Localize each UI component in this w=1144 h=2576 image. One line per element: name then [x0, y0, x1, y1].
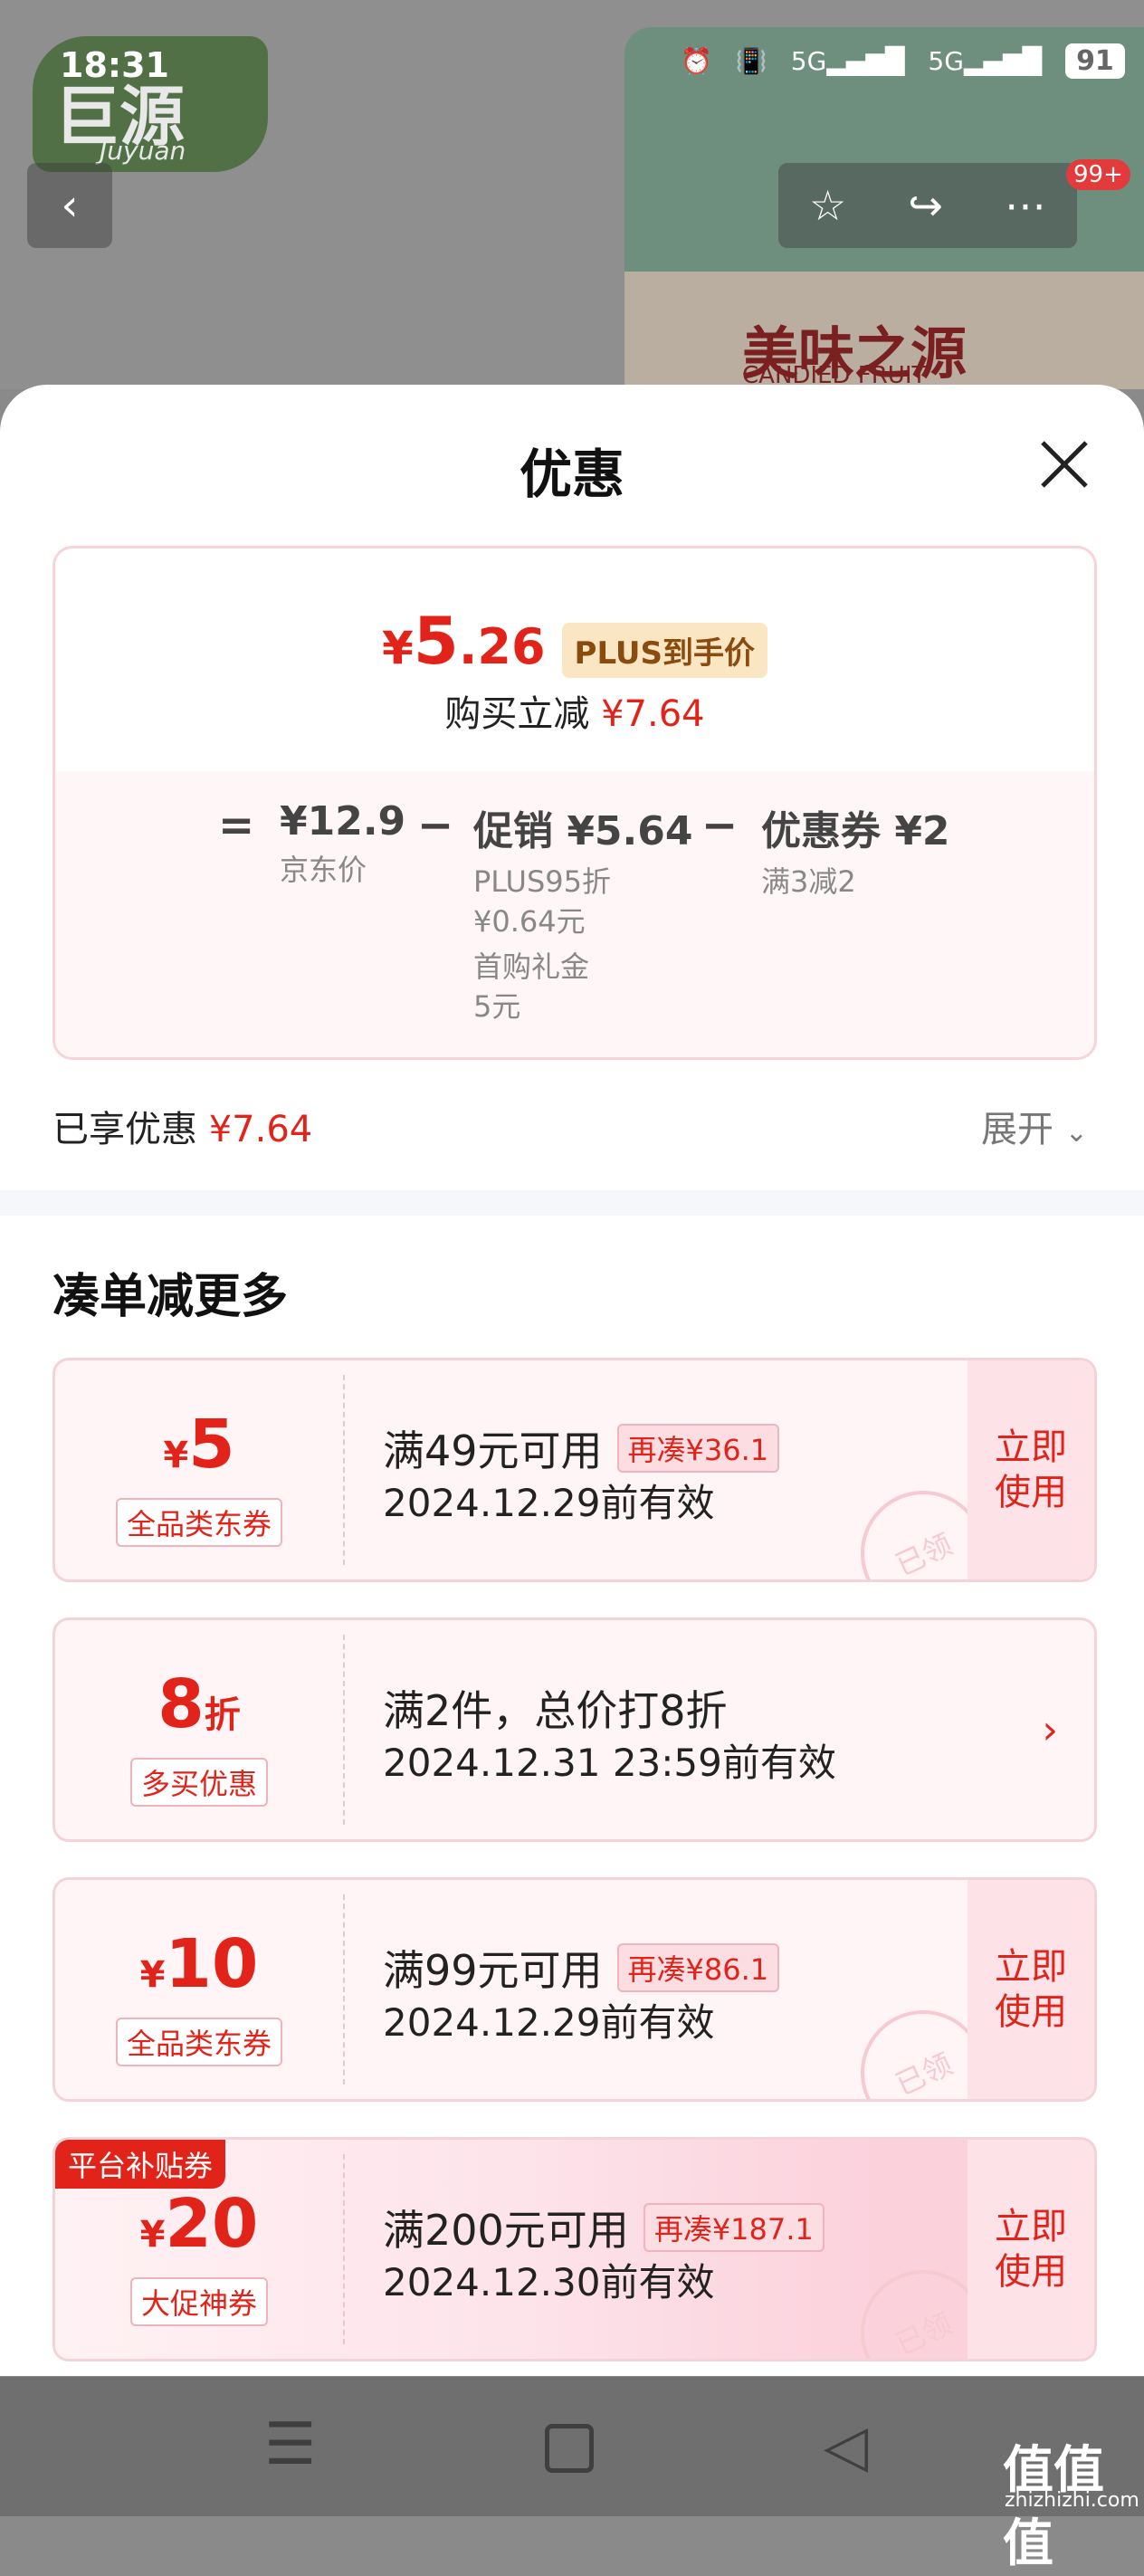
chevron-right-icon[interactable]: ›: [1042, 1707, 1058, 1753]
coupon-divider: [343, 1635, 345, 1825]
price-summary-top: ¥5.26 PLUS到手价 购买立减 ¥7.64: [55, 549, 1094, 771]
coupon-divider: [343, 1894, 345, 2085]
signal-icon-1: 5G▂▄▆█: [790, 46, 905, 76]
status-time: 18:31: [60, 45, 169, 85]
coupon-left: ¥5 全品类东券: [55, 1360, 343, 1579]
coupon-condition: 满99元可用 再凑¥86.1: [383, 1938, 780, 1998]
coupon-type-tag: 全品类东券: [115, 2018, 283, 2066]
share-icon[interactable]: ↪: [908, 181, 943, 230]
coupon-value: ¥5: [163, 1406, 235, 1484]
menu-icon[interactable]: ☰: [264, 2411, 316, 2478]
promo-line2: ¥0.64元: [473, 904, 586, 939]
price-breakdown: = ¥12.9 京东价 − 促销 ¥5.64 PLUS95折 ¥0.64元 首购…: [55, 771, 1094, 1057]
coupon-value: ¥20: [139, 2185, 259, 2263]
coupon-value: 8折: [157, 1665, 241, 1743]
coupon-amount: 优惠券 ¥2: [761, 808, 950, 854]
coupon-detail: 满3减2: [761, 864, 856, 899]
jd-price: ¥12.9: [280, 798, 406, 844]
coupon-condition: 满2件，总价打8折: [383, 1686, 728, 1735]
equals-sign: =: [218, 800, 255, 851]
coupon-card[interactable]: 8折 多买优惠 满2件，总价打8折 2024.12.31 23:59前有效 ›: [52, 1617, 1097, 1842]
coupon-expiry: 2024.12.30前有效: [383, 2260, 715, 2304]
coupon-expiry: 2024.12.31 23:59前有效: [383, 1741, 836, 1785]
brand-logo-sub: Juyuan: [100, 136, 186, 166]
coupon-card[interactable]: ¥5 全品类东券 满49元可用 再凑¥36.1 2024.12.29前有效 已领 …: [52, 1358, 1097, 1582]
top-action-bar: ☆ ↪ ⋯: [778, 163, 1077, 248]
coupon-card[interactable]: ¥10 全品类东券 满99元可用 再凑¥86.1 2024.12.29前有效 已领…: [52, 1877, 1097, 2102]
final-price-line: ¥5.26 PLUS到手价: [55, 603, 1094, 679]
battery-icon: 91: [1065, 43, 1125, 79]
reduce-line: 购买立减 ¥7.64: [444, 693, 705, 735]
alarm-icon: ⏰: [681, 46, 712, 76]
coupon-expiry: 2024.12.29前有效: [383, 2000, 715, 2045]
coupon-type-tag: 多买优惠: [129, 1758, 269, 1807]
home-icon[interactable]: [545, 2424, 594, 2473]
back-triangle-icon[interactable]: ◁: [824, 2413, 868, 2480]
promo-block: 促销 ¥5.64 PLUS95折 ¥0.64元 首购礼金 5元: [473, 798, 693, 1026]
coupon-condition: 满49元可用 再凑¥36.1: [383, 1418, 780, 1478]
coupon-left: 8折 多买优惠: [55, 1620, 343, 1839]
promo-line3: 首购礼金: [473, 949, 590, 984]
close-icon[interactable]: [1037, 437, 1092, 491]
system-nav-bar: ☰ ◁: [0, 2377, 1144, 2516]
watermark-url: zhizhizhi.com: [1005, 2489, 1139, 2512]
expand-button[interactable]: 展开 ⌄: [981, 1100, 1088, 1152]
signal-icon-2: 5G▂▄▆█: [928, 46, 1043, 76]
coupon-expiry: 2024.12.29前有效: [383, 1481, 715, 1525]
cart-badge: 99+: [1066, 159, 1130, 190]
enjoyed-discount: 已享优惠 ¥7.64: [52, 1109, 313, 1150]
price-summary-card: ¥5.26 PLUS到手价 购买立减 ¥7.64 = ¥12.9 京东价 − 促…: [52, 546, 1097, 1060]
jd-price-label: 京东价: [280, 853, 367, 887]
chevron-down-icon: ⌄: [1064, 1117, 1088, 1149]
coupon-divider: [343, 1375, 345, 1565]
section-divider: [0, 1190, 1144, 1216]
use-now-button[interactable]: 立即 使用: [968, 1360, 1094, 1579]
platform-subsidy-badge: 平台补贴券: [55, 2140, 226, 2189]
coupon-left: ¥10 全品类东券: [55, 1880, 343, 2099]
sheet-title: 优惠: [519, 444, 624, 505]
chevron-left-icon: ‹: [61, 180, 79, 231]
coupon-type-tag: 大促神券: [129, 2277, 269, 2326]
plus-price-tag: PLUS到手价: [561, 623, 768, 678]
coupon-topup-chip: 再凑¥86.1: [616, 1943, 780, 1992]
coupon-block: 优惠券 ¥2 满3减2: [761, 798, 950, 902]
use-now-button[interactable]: 立即 使用: [968, 2140, 1094, 2359]
back-button[interactable]: ‹: [27, 163, 112, 248]
coupon-condition: 满200元可用 再凑¥187.1: [383, 2198, 825, 2257]
discount-sheet: 优惠 ¥5.26 PLUS到手价 购买立减 ¥7.64 = ¥12.9 京东价 …: [0, 385, 1144, 2376]
coupon-type-tag: 全品类东券: [115, 1498, 283, 1547]
promo-line4: 5元: [473, 989, 521, 1024]
more-icon[interactable]: ⋯: [1005, 181, 1046, 230]
use-now-button[interactable]: 立即 使用: [968, 1880, 1094, 2099]
coupon-topup-chip: 再凑¥187.1: [643, 2203, 825, 2252]
final-price: ¥5.26: [381, 603, 546, 679]
coupon-value: ¥10: [139, 1925, 259, 2003]
jd-price-block: ¥12.9 京东价: [280, 798, 405, 890]
coupon-topup-chip: 再凑¥36.1: [616, 1424, 780, 1473]
vibrate-icon: 📳: [735, 46, 767, 76]
minus-sign-1: −: [417, 800, 454, 851]
status-icons: ⏰ 📳 5G▂▄▆█ 5G▂▄▆█ 91: [681, 43, 1125, 79]
star-icon[interactable]: ☆: [809, 181, 846, 230]
promo-amount: 促销 ¥5.64: [473, 808, 693, 854]
minus-sign-2: −: [701, 800, 739, 851]
promo-line1: PLUS95折: [473, 864, 611, 899]
coupon-divider: [343, 2154, 345, 2344]
coupon-card[interactable]: ¥20 大促神券 平台补贴券 满200元可用 再凑¥187.1 2024.12.3…: [52, 2137, 1097, 2361]
section-title: 凑单减更多: [52, 1270, 289, 1324]
